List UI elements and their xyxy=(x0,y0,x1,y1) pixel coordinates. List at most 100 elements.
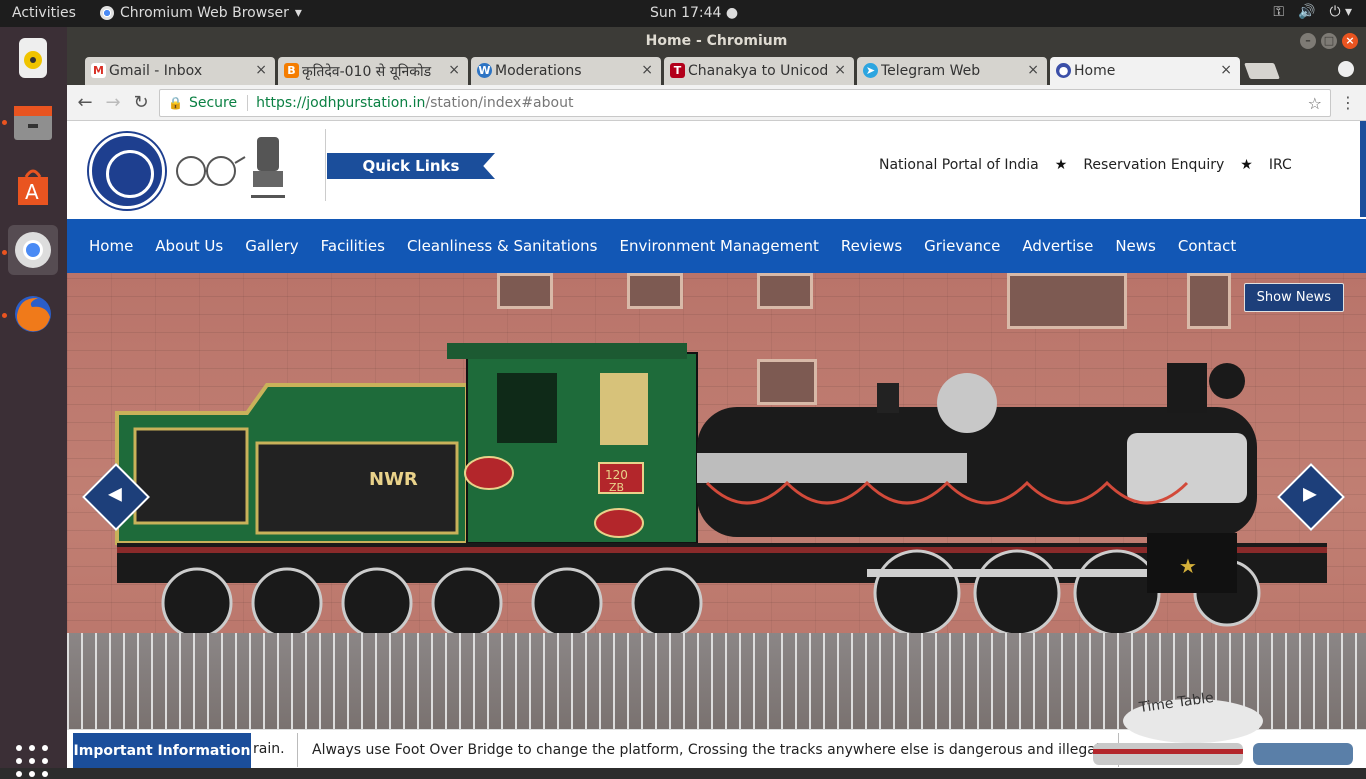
show-applications-icon[interactable] xyxy=(16,745,50,779)
swachh-bharat-logo xyxy=(176,156,246,186)
tab-title: Telegram Web xyxy=(881,63,981,79)
loco-number: 120 xyxy=(605,468,628,482)
close-icon[interactable]: × xyxy=(1027,62,1039,78)
chevron-down-icon: ▾ xyxy=(294,5,302,21)
top-links: National Portal of India ★ Reservation E… xyxy=(879,157,1292,173)
window-title: Home - Chromium xyxy=(645,33,788,49)
nav-grievance[interactable]: Grievance xyxy=(924,237,1000,255)
site-header: Quick Links National Portal of India ★ R… xyxy=(67,121,1366,219)
close-icon[interactable]: × xyxy=(641,62,653,78)
nav-reviews[interactable]: Reviews xyxy=(841,237,902,255)
files-icon[interactable] xyxy=(8,97,58,147)
rhythmbox-icon[interactable] xyxy=(8,33,58,83)
tab-krutidev[interactable]: B कृतिदेव-010 से यूनिकोड × xyxy=(278,57,468,85)
new-tab-button[interactable] xyxy=(1244,63,1280,79)
tab-title: कृतिदेव-010 से यूनिकोड xyxy=(302,63,432,80)
tab-title: Chanakya to Unicode xyxy=(688,63,828,79)
app-menu-label: Chromium Web Browser xyxy=(120,5,289,21)
nav-contact[interactable]: Contact xyxy=(1178,237,1236,255)
close-window-button[interactable]: × xyxy=(1342,33,1358,49)
nav-gallery[interactable]: Gallery xyxy=(245,237,298,255)
volume-icon[interactable]: 🔊 xyxy=(1298,4,1315,20)
nav-environment[interactable]: Environment Management xyxy=(619,237,818,255)
close-icon[interactable]: × xyxy=(448,62,460,78)
lock-icon: 🔒 xyxy=(168,96,183,110)
important-info-label: Important Information xyxy=(73,733,251,768)
power-icon[interactable]: ⏻ ▾ xyxy=(1329,4,1352,20)
activities-button[interactable]: Activities xyxy=(12,5,76,21)
window-titlebar[interactable]: Home - Chromium – □ × xyxy=(67,27,1366,55)
hero-carousel: NWR 120 ZB ★ Show News ◀ ▶ xyxy=(67,273,1366,729)
indian-railways-logo[interactable] xyxy=(89,133,165,209)
minimize-button[interactable]: – xyxy=(1300,33,1316,49)
url-host: https://jodhpurstation.in xyxy=(256,95,426,111)
national-portal-link[interactable]: National Portal of India xyxy=(879,157,1039,173)
browser-toolbar: ← → ↻ 🔒 Secure https://jodhpurstation.in… xyxy=(67,85,1366,121)
url-path: /station/index#about xyxy=(425,95,574,111)
nav-news[interactable]: News xyxy=(1115,237,1156,255)
loco-class: ZB xyxy=(609,481,624,494)
star-icon: ★ xyxy=(1179,554,1197,578)
site-icon: ● xyxy=(1056,63,1071,78)
show-news-button[interactable]: Show News xyxy=(1243,283,1344,312)
irc-link[interactable]: IRC xyxy=(1269,157,1292,173)
app-menu[interactable]: Chromium Web Browser ▾ xyxy=(100,5,302,21)
ticker-message: Always use Foot Over Bridge to change th… xyxy=(297,733,1120,767)
close-icon[interactable]: × xyxy=(834,62,846,78)
tab-gmail[interactable]: M Gmail - Inbox × xyxy=(85,57,275,85)
tab-title: Gmail - Inbox xyxy=(109,63,203,79)
tab-telegram[interactable]: ➤ Telegram Web × xyxy=(857,57,1047,85)
time-table-widget[interactable]: Time Table xyxy=(1083,690,1363,768)
bookmark-star-icon[interactable]: ☆ xyxy=(1308,94,1322,113)
blogger-icon: B xyxy=(284,63,299,78)
browser-menu-icon[interactable]: ⋮ xyxy=(1340,93,1356,112)
chromium-icon xyxy=(100,6,114,20)
tab-title: Home xyxy=(1074,63,1116,79)
secure-label: Secure xyxy=(188,95,238,111)
t-icon: T xyxy=(670,63,685,78)
system-top-bar: Activities Chromium Web Browser ▾ Sun 17… xyxy=(0,0,1366,27)
chromium-launcher-icon[interactable] xyxy=(8,225,58,275)
browser-window: Home - Chromium – □ × M Gmail - Inbox × … xyxy=(67,27,1366,768)
tab-home[interactable]: ● Home × xyxy=(1050,57,1240,85)
ticker-fragment: rain. xyxy=(253,741,285,757)
loco-badge: NWR xyxy=(369,469,418,490)
maximize-button[interactable]: □ xyxy=(1321,33,1337,49)
gmail-icon: M xyxy=(91,63,106,78)
profile-icon[interactable] xyxy=(1338,61,1354,77)
locomotive-image: NWR 120 ZB ★ xyxy=(115,343,1327,639)
main-nav: Home About Us Gallery Facilities Cleanli… xyxy=(67,219,1366,273)
system-tray[interactable]: ⚿ 🔊 ⏻ ▾ xyxy=(1273,4,1352,20)
arrow-left-icon: ◀ xyxy=(107,483,122,505)
firefox-icon[interactable] xyxy=(8,289,58,339)
back-button[interactable]: ← xyxy=(73,91,97,115)
reservation-enquiry-link[interactable]: Reservation Enquiry xyxy=(1083,157,1224,173)
star-separator-icon: ★ xyxy=(1054,157,1068,173)
close-icon[interactable]: × xyxy=(1220,62,1232,78)
close-icon[interactable]: × xyxy=(255,62,267,78)
quick-links-button[interactable]: Quick Links xyxy=(327,153,495,179)
tab-strip: M Gmail - Inbox × B कृतिदेव-010 से यूनिक… xyxy=(67,55,1366,85)
forward-button[interactable]: → xyxy=(101,91,125,115)
reload-button[interactable]: ↻ xyxy=(129,91,153,115)
tab-moderations[interactable]: W Moderations × xyxy=(471,57,661,85)
tab-title: Moderations xyxy=(495,63,582,79)
nav-about-us[interactable]: About Us xyxy=(155,237,223,255)
arrow-right-icon: ▶ xyxy=(1302,483,1317,505)
launcher-dock: A xyxy=(0,27,67,777)
telegram-icon: ➤ xyxy=(863,63,878,78)
star-separator-icon: ★ xyxy=(1240,157,1253,173)
address-bar[interactable]: 🔒 Secure https://jodhpurstation.in/stati… xyxy=(159,89,1331,117)
tab-chanakya[interactable]: T Chanakya to Unicode × xyxy=(664,57,854,85)
network-icon[interactable]: ⚿ xyxy=(1273,4,1284,20)
nav-advertise[interactable]: Advertise xyxy=(1022,237,1093,255)
nav-facilities[interactable]: Facilities xyxy=(321,237,385,255)
notification-dot-icon: ● xyxy=(725,5,739,21)
clock[interactable]: Sun 17:44 ● xyxy=(650,5,738,21)
nav-home[interactable]: Home xyxy=(89,237,133,255)
clock-label: Sun 17:44 xyxy=(650,5,722,21)
nav-cleanliness[interactable]: Cleanliness & Sanitations xyxy=(407,237,598,255)
wordpress-icon: W xyxy=(477,63,492,78)
software-center-icon[interactable]: A xyxy=(8,161,58,211)
page-scrollbar[interactable] xyxy=(1360,121,1366,217)
